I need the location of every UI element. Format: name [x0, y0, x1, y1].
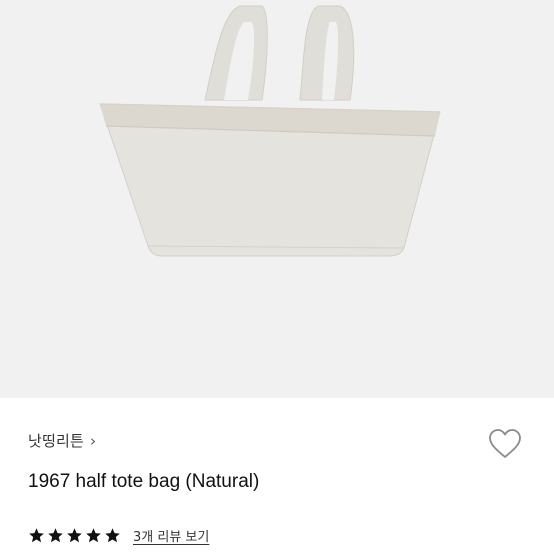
reviews-link[interactable]: 3개 리뷰 보기	[133, 526, 209, 545]
brand-link[interactable]: 낫띵리튼 ›	[28, 430, 96, 451]
star-filled-icon	[105, 528, 120, 543]
star-filled-icon	[48, 528, 63, 543]
product-image	[0, 0, 554, 398]
tote-bag-illustration	[99, 5, 441, 257]
star-filled-icon	[67, 528, 82, 543]
star-filled-icon	[29, 528, 44, 543]
rating-row: 3개 리뷰 보기	[28, 526, 209, 545]
product-info-panel: 낫띵리튼 › 1967 half tote bag (Natural) 3개 리…	[0, 398, 554, 554]
star-filled-icon	[86, 528, 101, 543]
heart-outline-icon[interactable]	[488, 428, 522, 460]
rating-stars	[28, 527, 121, 544]
chevron-right-icon: ›	[90, 431, 97, 450]
brand-name: 낫띵리튼	[28, 432, 85, 450]
product-title: 1967 half tote bag (Natural)	[28, 471, 260, 492]
